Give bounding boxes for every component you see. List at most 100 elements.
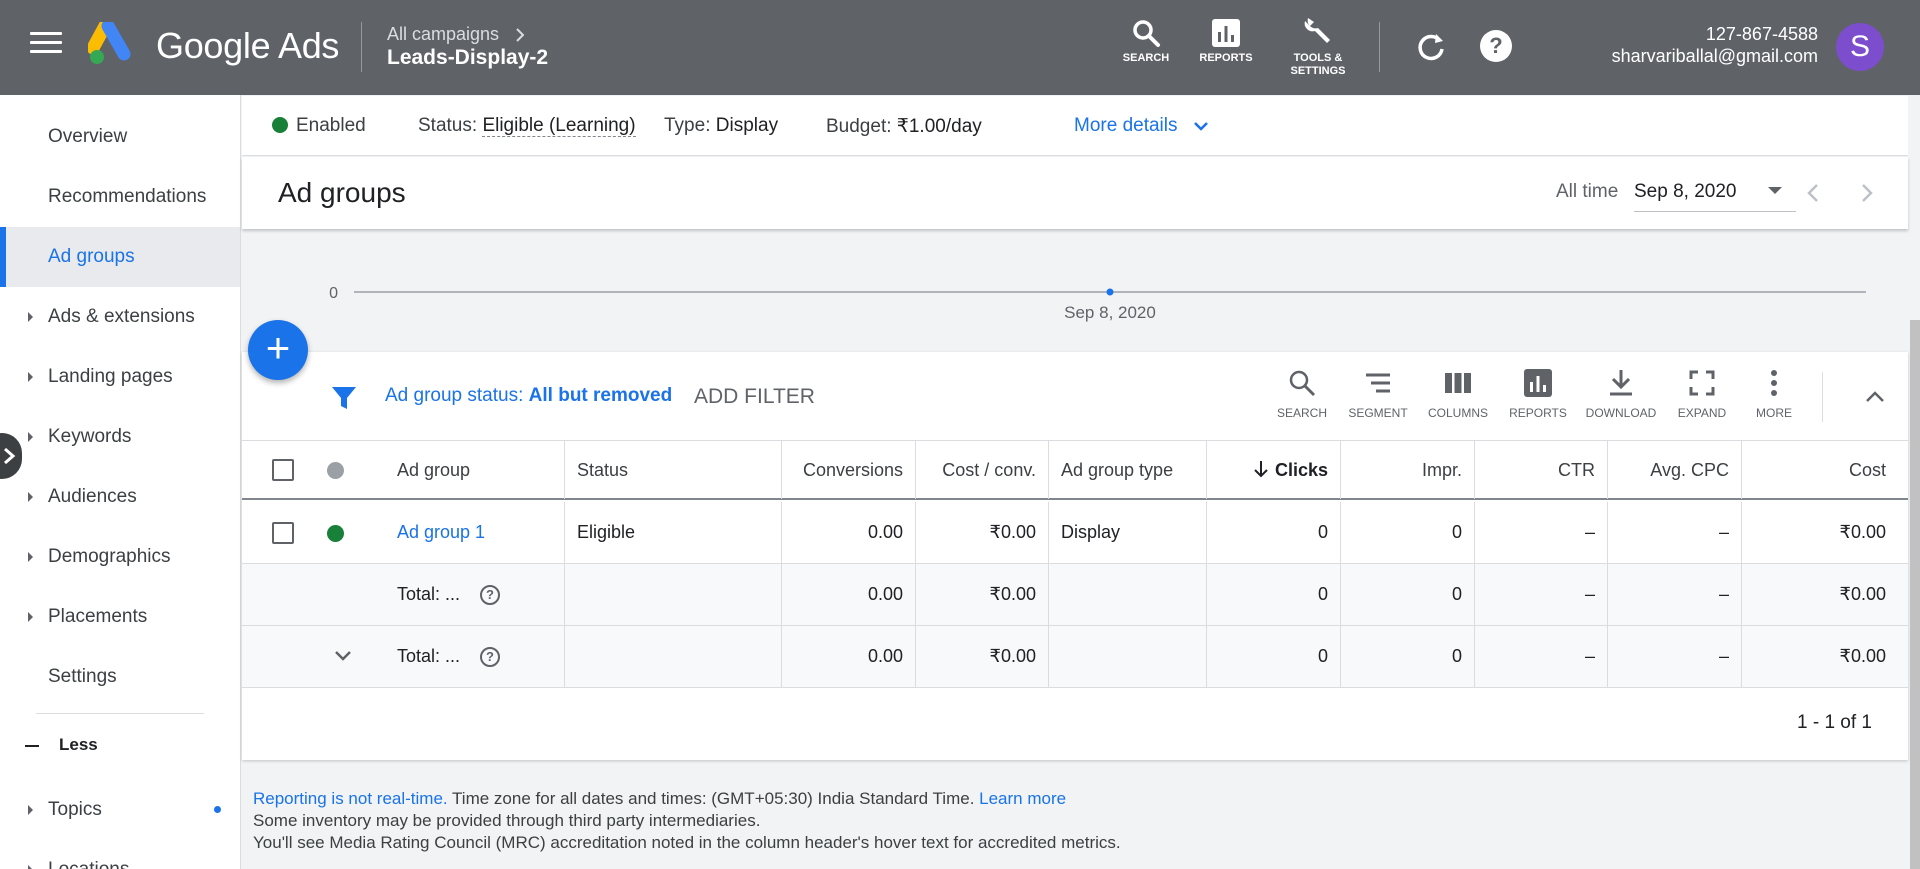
more-vert-icon <box>1771 370 1777 396</box>
select-all-checkbox[interactable] <box>272 459 294 481</box>
x-tick-label: Sep 8, 2020 <box>1064 303 1156 322</box>
header-tools-button[interactable]: TOOLS & SETTINGS <box>1286 12 1350 78</box>
col-ad-group[interactable]: Ad group <box>397 441 565 499</box>
table-search-button[interactable]: SEARCH <box>1264 368 1340 420</box>
sidebar-item-audiences[interactable]: Audiences <box>0 467 240 527</box>
cell-avg-cpc: – <box>1608 502 1742 563</box>
ad-groups-table-card: Ad group status: All but removed ADD FIL… <box>242 352 1908 760</box>
sidebar-item-locations[interactable]: Locations <box>0 840 240 869</box>
sidebar-item-label: Recommendations <box>48 186 207 207</box>
chevron-up-icon[interactable] <box>1862 384 1888 410</box>
sidebar-item-recommendations[interactable]: Recommendations <box>0 167 240 227</box>
y-tick-label: 0 <box>329 285 338 302</box>
total-cell-avg-cpc: – <box>1608 626 1742 687</box>
chevron-down-icon[interactable] <box>334 650 352 662</box>
chevron-down-icon <box>1193 122 1208 131</box>
table-reports-button[interactable]: REPORTS <box>1500 368 1576 420</box>
more-details-button[interactable]: More details <box>1074 115 1209 137</box>
refresh-icon[interactable] <box>1414 30 1448 64</box>
filter-icon[interactable] <box>330 384 358 412</box>
sidebar-item-topics[interactable]: Topics <box>0 780 240 840</box>
ad-group-name-link[interactable]: Ad group 1 <box>397 502 565 563</box>
col-ad-group-type[interactable]: Ad group type <box>1049 441 1207 499</box>
expand-arrow-icon <box>28 372 33 382</box>
campaign-status-bar: Enabled Status: Eligible (Learning) Type… <box>242 96 1908 156</box>
columns-button[interactable]: COLUMNS <box>1420 368 1496 420</box>
date-range-picker[interactable]: Sep 8, 2020 <box>1634 181 1796 212</box>
segment-button[interactable]: SEGMENT <box>1340 368 1416 420</box>
col-cost-per-conv[interactable]: Cost / conv. <box>916 441 1049 499</box>
sidebar-less-toggle[interactable]: Less <box>25 735 98 755</box>
header-search-button[interactable]: SEARCH <box>1118 18 1174 65</box>
campaign-name[interactable]: Leads-Display-2 <box>387 46 548 70</box>
total-cell-status <box>565 626 782 687</box>
col-avg-cpc[interactable]: Avg. CPC <box>1608 441 1742 499</box>
col-cost[interactable]: Cost <box>1742 441 1908 499</box>
date-range-label: All time <box>1556 181 1619 202</box>
total-cell-impressions: 0 <box>1341 564 1475 625</box>
sidebar-item-ads-extensions[interactable]: Ads & extensions <box>0 287 240 347</box>
reporting-footer: Reporting is not real-time. Time zone fo… <box>253 788 1121 854</box>
total-row: Total: ...? 0.00 ₹0.00 0 0 – – ₹0.00 <box>242 564 1908 626</box>
page-scrollbar[interactable] <box>1910 320 1920 869</box>
sidebar-item-overview[interactable]: Overview <box>0 107 240 167</box>
sidebar-item-label: Ad groups <box>48 246 135 267</box>
active-filter-chip[interactable]: Ad group status: All but removed <box>385 385 672 407</box>
sidebar-divider <box>36 713 204 714</box>
breadcrumb-parent[interactable]: All campaigns <box>387 24 499 45</box>
page-title: Ad groups <box>278 177 406 208</box>
add-ad-group-button[interactable]: + <box>248 320 308 380</box>
menu-icon[interactable] <box>30 32 62 62</box>
avatar[interactable]: S <box>1836 23 1884 71</box>
reporting-not-realtime-link[interactable]: Reporting is not real-time. <box>253 789 448 808</box>
cell-impressions: 0 <box>1341 502 1475 563</box>
expand-icon <box>1689 370 1715 396</box>
help-icon[interactable]: ? <box>480 585 501 606</box>
sidebar-item-label: Placements <box>48 606 148 627</box>
expand-arrow-icon <box>28 312 33 322</box>
col-clicks[interactable]: Clicks <box>1207 441 1341 499</box>
chart-svg: 0 Sep 8, 2020 <box>329 285 1866 322</box>
total-label: Total: ... <box>397 584 461 604</box>
sidebar-item-placements[interactable]: Placements <box>0 587 240 647</box>
reports-icon <box>1212 19 1240 47</box>
sidebar-item-demographics[interactable]: Demographics <box>0 527 240 587</box>
col-conversions[interactable]: Conversions <box>782 441 916 499</box>
sidebar-item-label: Topics <box>48 799 102 820</box>
performance-chart: 0 Sep 8, 2020 <box>242 240 1908 350</box>
expand-button[interactable]: EXPAND <box>1664 368 1740 420</box>
sidebar-item-label: Demographics <box>48 546 171 567</box>
campaign-type: Type: Display <box>664 115 778 137</box>
status-value[interactable]: Eligible (Learning) <box>482 115 636 137</box>
account-email[interactable]: sharvariballal@gmail.com <box>1612 46 1818 67</box>
sidebar-item-settings[interactable]: Settings <box>0 647 240 707</box>
cell-status: Eligible <box>565 502 782 563</box>
expand-arrow-icon <box>28 432 33 442</box>
status-label: Status: <box>418 115 478 136</box>
dropdown-arrow-icon[interactable] <box>1768 187 1782 194</box>
date-prev-icon[interactable] <box>1802 181 1826 205</box>
col-status[interactable]: Status <box>565 441 782 499</box>
enabled-status-dot <box>272 117 288 133</box>
header-reports-button[interactable]: REPORTS <box>1196 18 1256 65</box>
more-button[interactable]: MORE <box>1736 368 1812 420</box>
learn-more-link[interactable]: Learn more <box>979 789 1066 808</box>
download-button[interactable]: DOWNLOAD <box>1583 368 1659 420</box>
header-divider <box>1379 22 1380 72</box>
help-icon[interactable]: ? <box>1480 30 1512 62</box>
sidebar-item-keywords[interactable]: Keywords <box>0 407 240 467</box>
toolbar-label: COLUMNS <box>1427 406 1488 420</box>
sidebar-item-ad-groups[interactable]: Ad groups <box>0 227 240 287</box>
help-icon[interactable]: ? <box>480 647 501 668</box>
col-impressions[interactable]: Impr. <box>1341 441 1475 499</box>
cell-cost: ₹0.00 <box>1839 522 1887 542</box>
date-next-icon[interactable] <box>1854 181 1878 205</box>
row-checkbox[interactable] <box>272 522 294 544</box>
row-status-dot[interactable] <box>327 525 344 542</box>
account-id[interactable]: 127-867-4588 <box>1706 24 1818 45</box>
add-filter-button[interactable]: ADD FILTER <box>694 385 815 409</box>
sidebar-item-landing-pages[interactable]: Landing pages <box>0 347 240 407</box>
col-ctr[interactable]: CTR <box>1475 441 1608 499</box>
header-tools-label: TOOLS & <box>1293 52 1343 64</box>
enabled-status[interactable]: Enabled <box>272 115 366 137</box>
